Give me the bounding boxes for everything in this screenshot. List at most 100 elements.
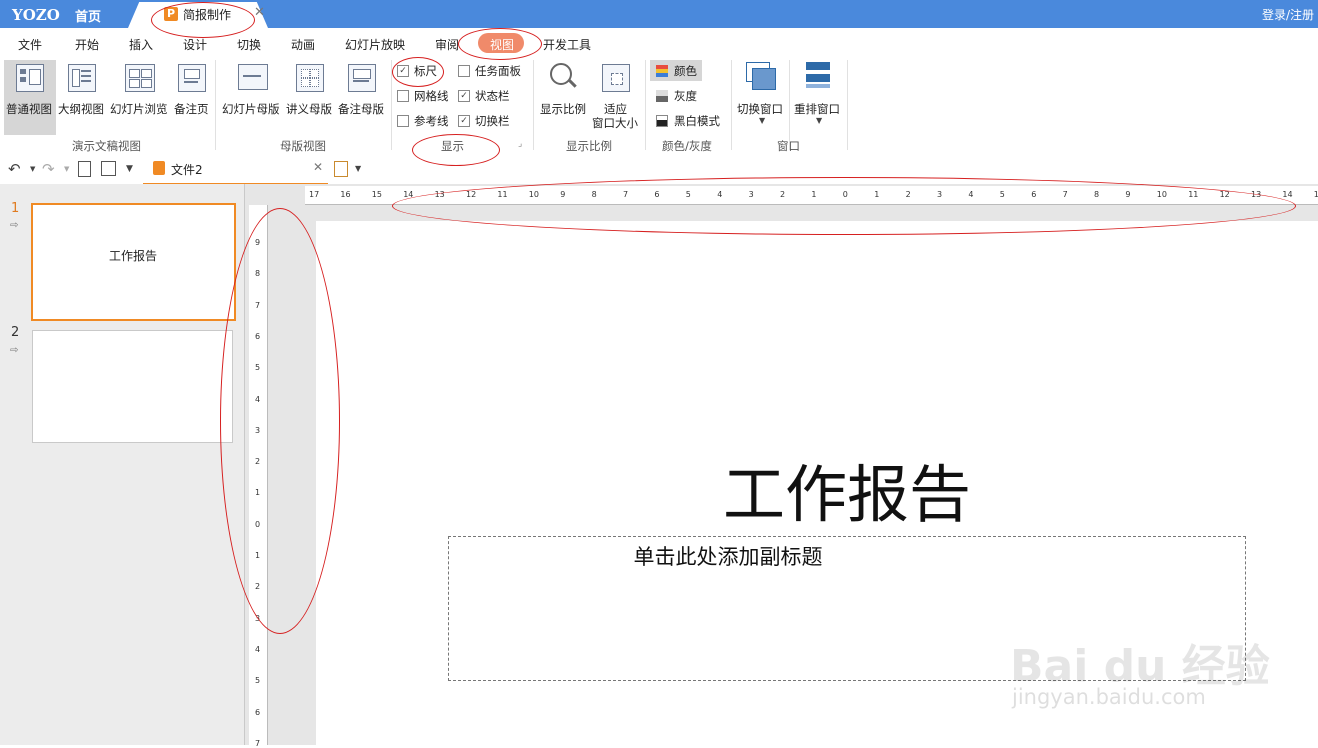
close-icon[interactable]: ✕ xyxy=(254,5,265,20)
switch-window-icon-front xyxy=(752,68,776,90)
chevron-down-icon[interactable]: ▼ xyxy=(816,116,822,125)
black-white-button[interactable]: 黑白模式 xyxy=(674,113,720,129)
ribbon-separator xyxy=(789,60,790,150)
arrange-window-icon-lower xyxy=(806,74,830,82)
chevron-down-icon[interactable]: ▼ xyxy=(759,116,765,125)
switch-bar-label: 切换栏 xyxy=(475,114,510,128)
zoom-button[interactable]: 显示比例 xyxy=(540,101,586,117)
dialog-launcher-icon[interactable]: ⌟ xyxy=(518,139,522,149)
ribbon-separator xyxy=(645,60,646,150)
handout-master-icon[interactable] xyxy=(296,64,324,92)
annotation-view-tab xyxy=(458,28,542,60)
ruler-tick-label: 4 xyxy=(255,644,261,654)
black-white-icon xyxy=(656,115,668,127)
ruler-tick-label: 14 xyxy=(1282,190,1293,199)
close-file-icon[interactable]: ✕ xyxy=(313,160,323,174)
transition-icon: ⇨ xyxy=(10,220,19,231)
annotation-ruler-checkbox xyxy=(392,57,444,87)
zoom-group-label: 显示比例 xyxy=(566,139,612,153)
status-bar-checkbox[interactable]: ✓ xyxy=(458,90,470,102)
handout-master-button[interactable]: 讲义母版 xyxy=(286,101,332,117)
notes-master-button[interactable]: 备注母版 xyxy=(338,101,384,117)
chevron-down-icon[interactable]: ▼ xyxy=(30,165,35,173)
transition-icon: ⇨ xyxy=(10,345,19,356)
ruler-tick-label: 15 xyxy=(1313,190,1318,199)
ribbon-separator xyxy=(731,60,732,150)
gridlines-label: 网格线 xyxy=(414,89,449,103)
switch-bar-checkbox[interactable]: ✓ xyxy=(458,115,470,127)
gridlines-checkbox[interactable] xyxy=(397,90,409,102)
annotation-horizontal-ruler xyxy=(392,177,1296,235)
master-views-group-label: 母版视图 xyxy=(280,139,326,153)
arrange-window-button[interactable]: 重排窗口 xyxy=(794,101,840,117)
chevron-down-icon[interactable]: ▼ xyxy=(64,165,69,173)
annotation-doc-tab xyxy=(151,2,255,38)
fit-window-icon[interactable] xyxy=(602,64,630,92)
undo-icon[interactable]: ↶ xyxy=(8,160,21,178)
window-group-label: 窗口 xyxy=(777,139,800,153)
menu-slideshow[interactable]: 幻灯片放映 xyxy=(345,36,405,53)
slide-master-icon[interactable] xyxy=(238,64,268,90)
status-bar-label: 状态栏 xyxy=(475,89,510,103)
guides-checkbox[interactable] xyxy=(397,115,409,127)
slide-thumbnail-2[interactable] xyxy=(32,330,233,443)
menu-review[interactable]: 审阅 xyxy=(435,36,459,53)
annotation-show-group xyxy=(412,134,500,166)
menu-transition[interactable]: 切换 xyxy=(237,36,261,53)
ruler-tick-label: 6 xyxy=(255,707,261,717)
ribbon-separator xyxy=(847,60,848,150)
notes-master-icon[interactable] xyxy=(348,64,376,92)
notes-page-icon[interactable] xyxy=(178,64,206,92)
menu-file[interactable]: 文件 xyxy=(18,36,42,53)
ruler-tick-label: 7 xyxy=(255,738,261,748)
task-pane-checkbox[interactable] xyxy=(458,65,470,77)
slide-number: 2 xyxy=(11,325,20,340)
color-group-label: 颜色/灰度 xyxy=(662,139,712,153)
menu-animation[interactable]: 动画 xyxy=(291,36,315,53)
switch-window-button[interactable]: 切换窗口 xyxy=(737,101,783,117)
outline-view-button[interactable]: 大纲视图 xyxy=(58,101,104,117)
menu-insert[interactable]: 插入 xyxy=(129,36,153,53)
normal-view-button[interactable]: 普通视图 xyxy=(6,101,52,117)
arrange-window-icon-bottom xyxy=(806,84,830,88)
presentation-file-icon xyxy=(153,161,165,175)
print-preview-icon[interactable] xyxy=(78,161,91,177)
slide-sorter-icon[interactable] xyxy=(125,64,155,92)
grayscale-icon xyxy=(656,90,668,102)
subtitle-placeholder-text: 单击此处添加副标题 xyxy=(633,545,823,569)
ruler-tick-label: 16 xyxy=(340,190,351,199)
task-pane-label: 任务面板 xyxy=(475,64,521,78)
outline-view-icon[interactable] xyxy=(68,64,96,92)
color-swatch-icon-bottom xyxy=(656,73,668,77)
ruler-tick-label: 5 xyxy=(255,676,261,686)
file-tab-label: 文件2 xyxy=(171,163,203,177)
color-button[interactable]: 颜色 xyxy=(674,63,697,79)
yozo-logo: YOZO xyxy=(12,6,60,24)
grayscale-button[interactable]: 灰度 xyxy=(674,88,697,104)
guides-label: 参考线 xyxy=(414,114,449,128)
annotation-vertical-ruler xyxy=(220,208,340,634)
save-icon[interactable] xyxy=(101,161,116,176)
redo-icon[interactable]: ↷ xyxy=(42,160,55,178)
menu-home[interactable]: 开始 xyxy=(75,36,99,53)
menu-developer[interactable]: 开发工具 xyxy=(543,36,591,53)
ribbon-separator xyxy=(533,60,534,150)
fit-button-line2[interactable]: 窗口大小 xyxy=(592,115,638,131)
slide-title[interactable]: 工作报告 xyxy=(316,444,1318,534)
customize-toolbar-icon[interactable]: ▼ xyxy=(126,164,133,174)
thumbnail-title: 工作报告 xyxy=(108,249,157,263)
ruler-tick-label: 17 xyxy=(309,190,320,199)
ruler-tick-label: 15 xyxy=(371,190,382,199)
slide-master-button[interactable]: 幻灯片母版 xyxy=(222,101,280,117)
chevron-down-icon[interactable]: ▼ xyxy=(355,164,361,173)
slide-number: 1 xyxy=(11,201,20,216)
notes-page-button[interactable]: 备注页 xyxy=(174,101,209,117)
slide-sorter-button[interactable]: 幻灯片浏览 xyxy=(110,101,168,117)
arrange-window-icon[interactable] xyxy=(806,62,830,70)
normal-view-icon[interactable] xyxy=(16,64,44,92)
home-tab[interactable]: 首页 xyxy=(75,6,101,25)
presentation-views-group-label: 演示文稿视图 xyxy=(72,139,141,153)
login-link[interactable]: 登录/注册 xyxy=(1262,6,1314,23)
menu-design[interactable]: 设计 xyxy=(183,36,207,53)
new-file-icon[interactable] xyxy=(334,161,348,177)
